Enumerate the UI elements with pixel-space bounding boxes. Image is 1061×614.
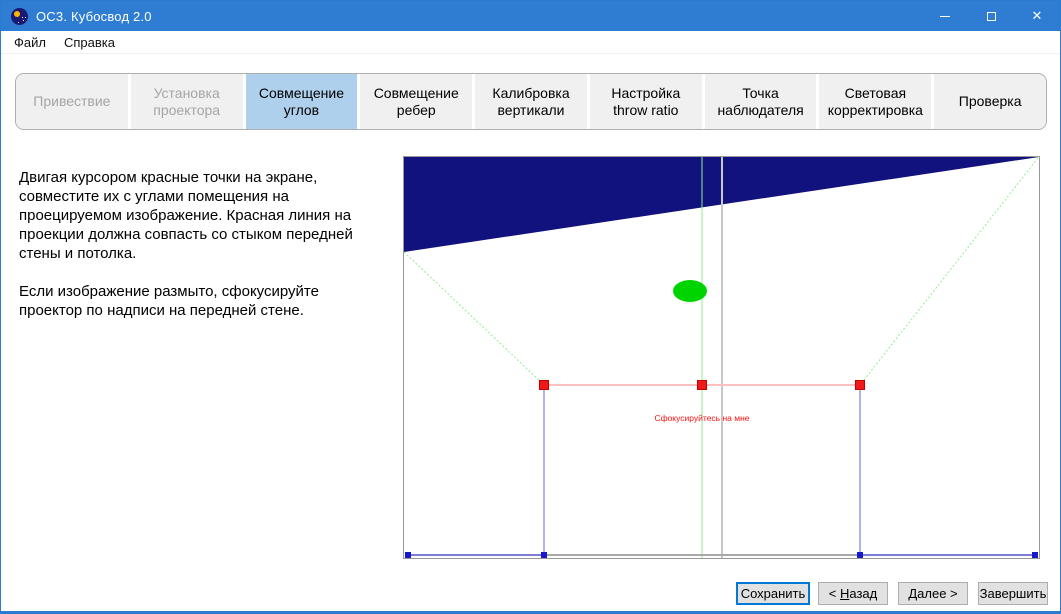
maximize-button[interactable] <box>968 1 1014 31</box>
back-button-mnemonic: Н <box>839 586 850 601</box>
tab-vertical-calibration[interactable]: Калибровка вертикали <box>475 74 587 129</box>
window-controls: ✕ <box>922 1 1060 31</box>
projection-canvas[interactable]: Сфокусируйтесь на мне <box>403 156 1040 559</box>
room-edge-diagonal-right <box>859 157 1039 386</box>
back-button[interactable]: < Назад <box>818 582 888 605</box>
next-button[interactable]: Далее > <box>898 582 968 605</box>
next-button-mnemonic: Д <box>908 586 918 601</box>
corner-handle-left[interactable] <box>539 380 549 390</box>
tab-observer-point[interactable]: Точка наблюдателя <box>704 74 817 129</box>
room-edge-diagonal-left <box>404 251 545 386</box>
menubar: Файл Справка <box>1 31 1060 54</box>
back-button-rest: азад <box>849 586 878 601</box>
tab-throw-ratio[interactable]: Настройка throw ratio <box>589 74 702 129</box>
tab-corner-alignment[interactable]: Совмещение углов <box>245 74 358 129</box>
close-button[interactable]: ✕ <box>1014 1 1060 31</box>
tab-welcome: Привествие <box>16 74 128 129</box>
corner-handle-center[interactable] <box>697 380 707 390</box>
minimize-button[interactable] <box>922 1 968 31</box>
close-icon: ✕ <box>1031 8 1043 24</box>
menu-item-help[interactable]: Справка <box>55 32 124 53</box>
focus-label: Сфокусируйтесь на мне <box>654 413 749 423</box>
titlebar: ОС3. Кубосвод 2.0 ✕ <box>1 1 1060 31</box>
floor-node-right <box>857 552 863 558</box>
instructions-panel: Двигая курсором красные точки на экране,… <box>19 168 364 339</box>
tab-strip: Привествие Установка проектора Совмещени… <box>15 73 1047 130</box>
floor-node-far-left <box>405 552 411 558</box>
instruction-paragraph-1: Двигая курсором красные точки на экране,… <box>19 169 353 262</box>
app-icon-stars <box>22 16 23 18</box>
app-icon <box>11 7 28 25</box>
floor-node-far-right <box>1032 552 1038 558</box>
save-button[interactable]: Сохранить <box>736 582 810 605</box>
projector-marker <box>673 280 707 302</box>
minimize-icon <box>940 15 950 17</box>
floor-node-left <box>541 552 547 558</box>
tab-check[interactable]: Проверка <box>934 74 1046 129</box>
next-button-rest: алее > <box>917 586 958 601</box>
corner-handle-right[interactable] <box>855 380 865 390</box>
window-title: ОС3. Кубосвод 2.0 <box>36 8 152 24</box>
back-button-prefix: < <box>828 586 840 601</box>
tab-light-correction[interactable]: Световая корректировка <box>819 74 932 129</box>
menu-item-file[interactable]: Файл <box>5 32 55 53</box>
instruction-paragraph-2: Если изображение размыто, сфокусируйте п… <box>19 283 319 319</box>
maximize-icon <box>986 11 996 21</box>
finish-button[interactable]: Завершить <box>978 582 1048 605</box>
tab-projector-setup: Установка проектора <box>130 74 243 129</box>
app-icon-sun <box>14 10 20 17</box>
app-window: ОС3. Кубосвод 2.0 ✕ Файл Справка Привест… <box>0 0 1061 614</box>
tab-edge-alignment[interactable]: Совмещение ребер <box>360 74 473 129</box>
